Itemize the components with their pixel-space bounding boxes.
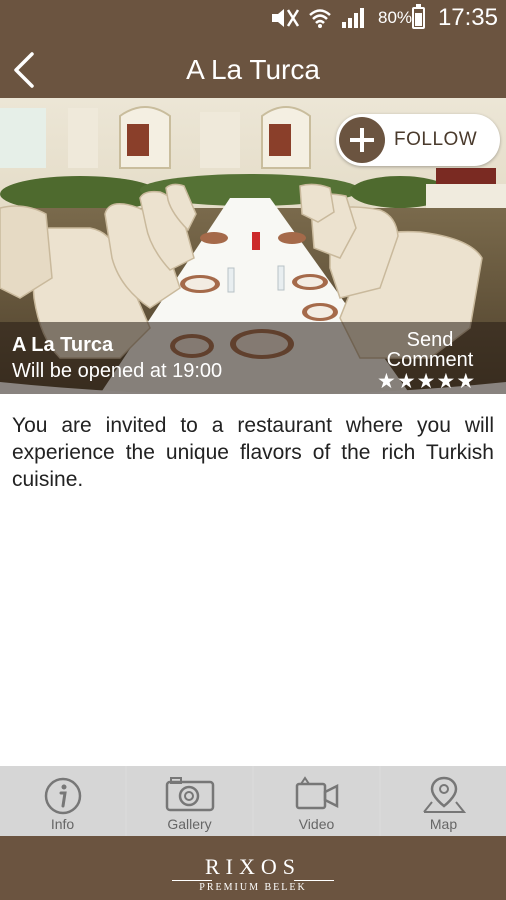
- bottom-tab-bar: Info Gallery Video Map: [0, 764, 506, 836]
- map-pin-icon: [422, 776, 466, 813]
- brand-footer: RIXOS PREMIUM BELEK: [0, 836, 506, 900]
- tab-map[interactable]: Map: [381, 766, 506, 836]
- wifi-icon: [309, 9, 331, 28]
- tab-gallery[interactable]: Gallery: [127, 766, 252, 836]
- status-icons: [268, 4, 366, 32]
- rating-stars[interactable]: ★ ★ ★ ★ ★: [377, 371, 475, 392]
- send-comment-button[interactable]: Send Comment: [378, 330, 482, 370]
- venue-name: A La Turca: [12, 334, 114, 356]
- tab-label-video: Video: [298, 816, 335, 832]
- logo-rule-left: [172, 880, 212, 881]
- brand-subtitle: PREMIUM BELEK: [199, 882, 307, 893]
- camera-icon: [165, 777, 214, 812]
- star-icon[interactable]: ★: [397, 371, 416, 392]
- star-icon[interactable]: ★: [377, 371, 396, 392]
- mute-icon: [272, 9, 300, 27]
- tab-label-gallery: Gallery: [167, 816, 212, 832]
- signal-icon: [342, 8, 364, 28]
- tab-video[interactable]: Video: [254, 766, 379, 836]
- follow-button[interactable]: FOLLOW: [336, 114, 500, 166]
- battery-charging-icon: [412, 4, 425, 29]
- tab-label-info: Info: [50, 816, 75, 832]
- tab-info[interactable]: Info: [0, 766, 125, 836]
- page-title: A La Turca: [186, 54, 320, 85]
- video-camera-icon: [295, 776, 338, 810]
- star-icon[interactable]: ★: [417, 371, 436, 392]
- follow-label: FOLLOW: [394, 129, 478, 150]
- logo-rule-right: [294, 880, 334, 881]
- plus-circle-icon: [339, 117, 385, 163]
- opening-time: Will be opened at 19:00: [12, 360, 223, 382]
- description-text: You are invited to a restaurant where yo…: [12, 414, 494, 491]
- brand-logo: RIXOS: [204, 854, 301, 879]
- star-icon[interactable]: ★: [436, 371, 455, 392]
- status-time: 17:35: [437, 4, 498, 31]
- tab-label-map: Map: [429, 816, 458, 832]
- battery-percentage: 80%: [378, 8, 413, 27]
- star-icon[interactable]: ★: [456, 371, 475, 392]
- info-icon: [44, 777, 81, 815]
- status-bar: 80% 17:35: [0, 0, 506, 36]
